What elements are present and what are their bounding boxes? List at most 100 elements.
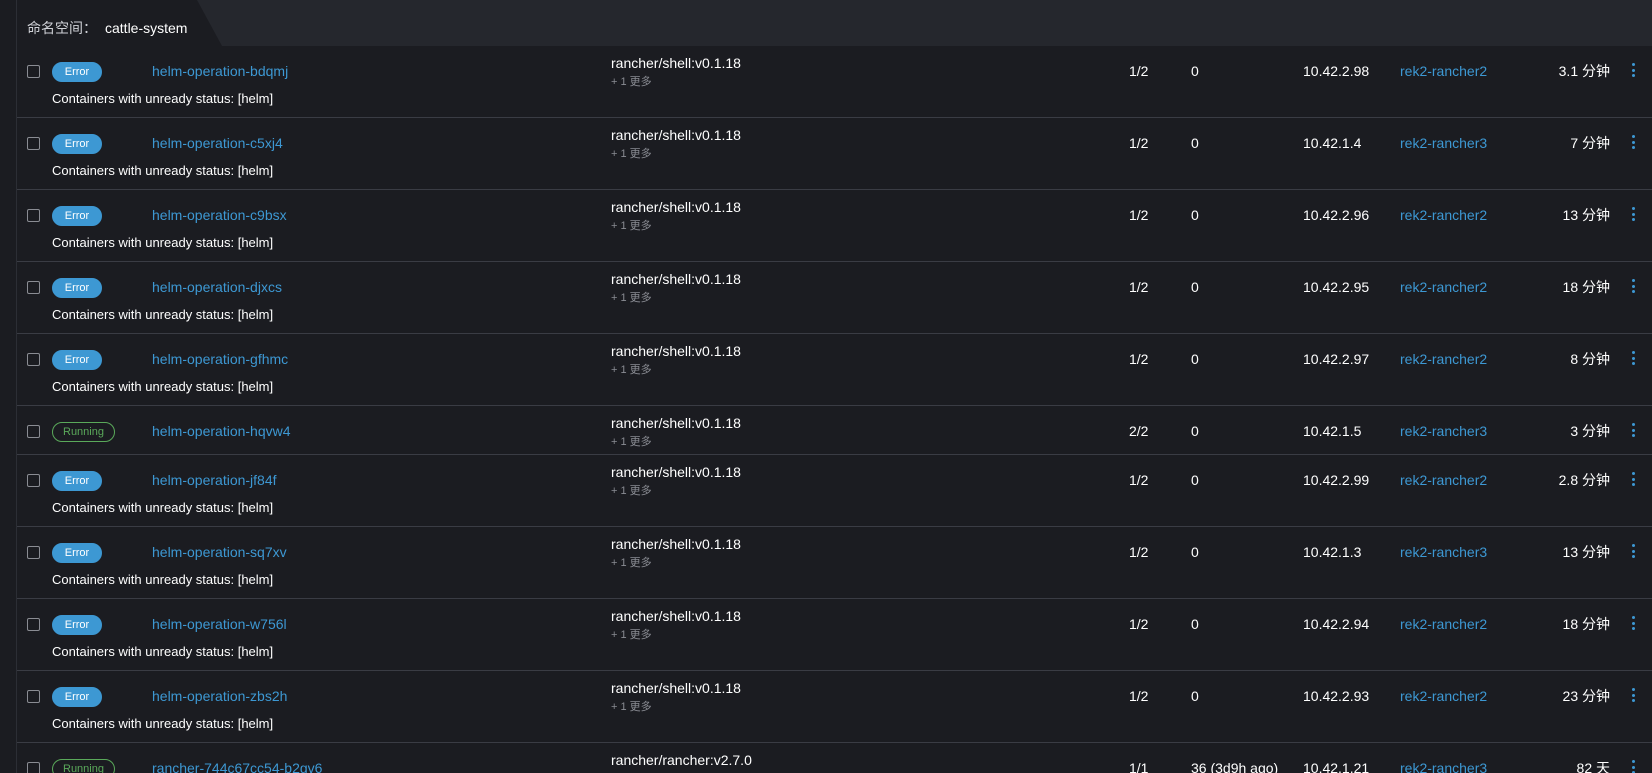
namespace-group-label: 命名空间： cattle-system: [27, 18, 187, 38]
table-row[interactable]: Error helm-operation-djxcs rancher/shell:v…: [17, 262, 1652, 334]
namespace-value: cattle-system: [105, 20, 188, 36]
pod-name-link[interactable]: helm-operation-djxcs: [152, 279, 282, 295]
pod-image-more[interactable]: + 1 更多: [611, 554, 652, 570]
pod-node-link[interactable]: rek2-rancher2: [1400, 207, 1487, 223]
pod-image: rancher/shell:v0.1.18: [611, 55, 741, 71]
pod-age: 3.1 分钟: [1558, 63, 1610, 79]
table-row[interactable]: Error helm-operation-sq7xv rancher/shell:v…: [17, 527, 1652, 599]
table-row[interactable]: Error helm-operation-w756l rancher/shell:v…: [17, 599, 1652, 671]
table-row[interactable]: Error helm-operation-zbs2h rancher/shell:v…: [17, 671, 1652, 743]
pods-table-body: Error helm-operation-bdqmj rancher/shell:v…: [17, 46, 1652, 773]
pod-age: 2.8 分钟: [1558, 472, 1610, 488]
row-checkbox[interactable]: [27, 762, 40, 773]
pod-restarts: 0: [1191, 207, 1199, 223]
pod-age: 7 分钟: [1570, 135, 1610, 151]
pod-restarts: 0: [1191, 544, 1199, 560]
status-badge: Error: [52, 615, 102, 635]
table-row[interactable]: Error helm-operation-c5xj4 rancher/shell:v…: [17, 118, 1652, 190]
row-actions-menu-icon[interactable]: [1630, 60, 1636, 80]
row-checkbox[interactable]: [27, 137, 40, 150]
row-actions-menu-icon[interactable]: [1630, 757, 1636, 773]
row-checkbox[interactable]: [27, 618, 40, 631]
row-actions-menu-icon[interactable]: [1630, 469, 1636, 489]
pod-status-description: Containers with unready status: [helm]: [52, 91, 274, 106]
pod-node-link[interactable]: rek2-rancher2: [1400, 351, 1487, 367]
pod-node-link[interactable]: rek2-rancher2: [1400, 63, 1487, 79]
row-checkbox[interactable]: [27, 474, 40, 487]
status-badge: Running: [52, 422, 115, 442]
pod-restarts: 0: [1191, 63, 1199, 79]
pod-ip: 10.42.2.95: [1303, 279, 1370, 295]
table-row[interactable]: Error helm-operation-jf84f rancher/shell:v…: [17, 455, 1652, 527]
row-checkbox[interactable]: [27, 65, 40, 78]
pod-image-more[interactable]: + 1 更多: [611, 361, 652, 377]
pod-image: rancher/rancher:v2.7.0: [611, 752, 752, 768]
pod-image: rancher/shell:v0.1.18: [611, 608, 741, 624]
pod-name-link[interactable]: helm-operation-c5xj4: [152, 135, 283, 151]
table-row[interactable]: Error helm-operation-bdqmj rancher/shell:v…: [17, 46, 1652, 118]
pod-ready: 1/2: [1129, 207, 1149, 223]
row-actions-menu-icon[interactable]: [1630, 276, 1636, 296]
table-row[interactable]: Error helm-operation-gfhmc rancher/shell:v…: [17, 334, 1652, 406]
pod-name-link[interactable]: helm-operation-zbs2h: [152, 688, 287, 704]
pod-image: rancher/shell:v0.1.18: [611, 680, 741, 696]
row-checkbox[interactable]: [27, 353, 40, 366]
row-checkbox[interactable]: [27, 546, 40, 559]
table-row[interactable]: Running rancher-744c67cc54-b2gv6 rancher/r…: [17, 743, 1652, 773]
status-badge: Error: [52, 134, 102, 154]
pod-name-link[interactable]: rancher-744c67cc54-b2gv6: [152, 760, 322, 773]
pod-status-description: Containers with unready status: [helm]: [52, 572, 274, 587]
pod-node-link[interactable]: rek2-rancher3: [1400, 544, 1487, 560]
row-checkbox[interactable]: [27, 281, 40, 294]
pod-image-more[interactable]: + 1 更多: [611, 433, 652, 449]
pod-node-link[interactable]: rek2-rancher2: [1400, 688, 1487, 704]
pod-node-link[interactable]: rek2-rancher2: [1400, 616, 1487, 632]
pod-name-link[interactable]: helm-operation-bdqmj: [152, 63, 288, 79]
pod-ip: 10.42.1.5: [1303, 423, 1362, 439]
pod-image-more[interactable]: + 1 更多: [611, 145, 652, 161]
row-checkbox[interactable]: [27, 425, 40, 438]
pod-ready: 2/2: [1129, 423, 1149, 439]
pod-status-description: Containers with unready status: [helm]: [52, 307, 274, 322]
row-checkbox[interactable]: [27, 690, 40, 703]
pod-age: 3 分钟: [1570, 423, 1610, 439]
pod-ip: 10.42.2.96: [1303, 207, 1370, 223]
pod-restarts: 36 (3d9h ago): [1191, 760, 1279, 773]
pod-node-link[interactable]: rek2-rancher2: [1400, 472, 1487, 488]
pod-node-link[interactable]: rek2-rancher3: [1400, 135, 1487, 151]
pod-name-link[interactable]: helm-operation-c9bsx: [152, 207, 287, 223]
pod-image-more[interactable]: + 1 更多: [611, 73, 652, 89]
pod-name-link[interactable]: helm-operation-jf84f: [152, 472, 277, 488]
pod-restarts: 0: [1191, 616, 1199, 632]
namespace-group-bar: [17, 0, 1652, 46]
table-row[interactable]: Running helm-operation-hqvw4 rancher/shell…: [17, 406, 1652, 455]
pod-name-link[interactable]: helm-operation-hqvw4: [152, 423, 291, 439]
pod-status-description: Containers with unready status: [helm]: [52, 379, 274, 394]
pod-name-link[interactable]: helm-operation-sq7xv: [152, 544, 287, 560]
pod-node-link[interactable]: rek2-rancher3: [1400, 423, 1487, 439]
pod-image-more[interactable]: + 1 更多: [611, 698, 652, 714]
pod-image-more[interactable]: + 1 更多: [611, 289, 652, 305]
pod-image-more[interactable]: + 1 更多: [611, 217, 652, 233]
row-actions-menu-icon[interactable]: [1630, 132, 1636, 152]
pod-image-more[interactable]: + 1 更多: [611, 626, 652, 642]
row-checkbox[interactable]: [27, 209, 40, 222]
row-actions-menu-icon[interactable]: [1630, 420, 1636, 440]
row-actions-menu-icon[interactable]: [1630, 348, 1636, 368]
pods-list-view: 命名空间： cattle-system Error helm-operation-b…: [0, 0, 1652, 773]
row-actions-menu-icon[interactable]: [1630, 204, 1636, 224]
pod-restarts: 0: [1191, 351, 1199, 367]
table-row[interactable]: Error helm-operation-c9bsx rancher/shell:v…: [17, 190, 1652, 262]
row-actions-menu-icon[interactable]: [1630, 541, 1636, 561]
pod-image-more[interactable]: + 1 更多: [611, 482, 652, 498]
row-actions-menu-icon[interactable]: [1630, 685, 1636, 705]
pod-image: rancher/shell:v0.1.18: [611, 464, 741, 480]
pod-name-link[interactable]: helm-operation-w756l: [152, 616, 287, 632]
status-badge: Error: [52, 543, 102, 563]
pod-node-link[interactable]: rek2-rancher3: [1400, 760, 1487, 773]
row-actions-menu-icon[interactable]: [1630, 613, 1636, 633]
pod-ip: 10.42.2.99: [1303, 472, 1370, 488]
pod-age: 13 分钟: [1562, 207, 1610, 223]
pod-name-link[interactable]: helm-operation-gfhmc: [152, 351, 288, 367]
pod-node-link[interactable]: rek2-rancher2: [1400, 279, 1487, 295]
